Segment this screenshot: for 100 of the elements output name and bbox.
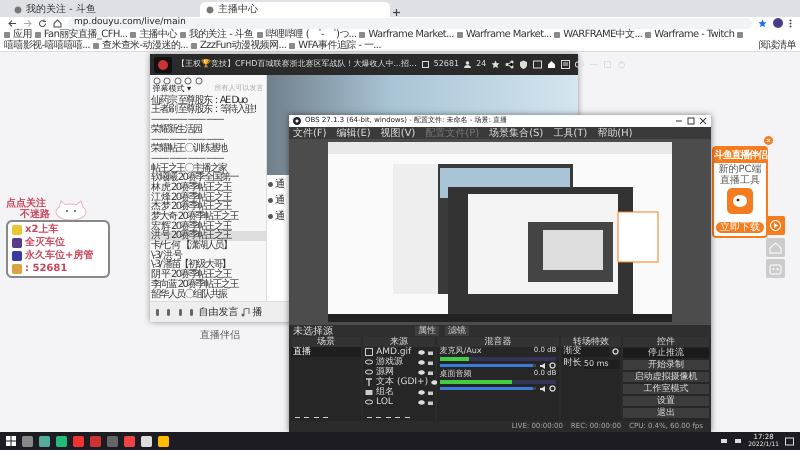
sticker-headline: 不迷路 bbox=[20, 209, 50, 220]
bookmark-link[interactable]: 查米查米-动漫迷的... bbox=[102, 40, 188, 51]
source-name[interactable]: 游戏源 bbox=[376, 357, 416, 367]
chat-message[interactable]: 宏 辉 20赛季帖王之王 bbox=[150, 222, 266, 232]
source-name[interactable]: 源网 bbox=[376, 367, 416, 377]
no-source-label: 未选择源 bbox=[293, 326, 333, 336]
menu-item[interactable]: 工具(T) bbox=[553, 128, 588, 138]
shield-icon[interactable] bbox=[519, 60, 528, 69]
reading-list-link[interactable]: 阅读清单 bbox=[758, 40, 796, 51]
source-name[interactable]: 组名 bbox=[376, 387, 416, 397]
chat-message[interactable]: 软曦曦 20赛季全国第一 bbox=[150, 173, 266, 183]
chat-message[interactable]: 李向蓝 20赛季帖王之王 bbox=[150, 280, 266, 290]
chat-message[interactable]: 卡/七 何 【潇湖人员】 bbox=[150, 241, 266, 251]
chat-message[interactable]: 韶华人员〇组队共振 bbox=[150, 290, 266, 300]
bookmark-link[interactable]: 主播中心 bbox=[139, 29, 177, 40]
filters-button[interactable]: 滤镜 bbox=[445, 326, 469, 336]
page-link[interactable]: 通 bbox=[275, 211, 285, 222]
bookmark-link[interactable]: Warframe Market... bbox=[368, 29, 454, 40]
menu-item[interactable]: 场景集合(S) bbox=[489, 128, 544, 138]
app-icon[interactable] bbox=[158, 436, 169, 446]
page-link[interactable]: 通 bbox=[275, 179, 285, 190]
browser-tab[interactable]: 主播中心 bbox=[200, 2, 390, 17]
menu-icon[interactable] bbox=[789, 18, 792, 28]
transition-dropdown[interactable]: 渐变 bbox=[563, 347, 610, 357]
sticker-text: x2上车 bbox=[25, 224, 58, 235]
chat-message[interactable]: 江 烽 20赛季帖王之王 bbox=[150, 192, 266, 202]
bookmark-link[interactable]: 我的关注 - 斗鱼 bbox=[188, 29, 254, 40]
new-tab-icon[interactable] bbox=[392, 8, 401, 17]
site-icon bbox=[14, 6, 22, 14]
send-button[interactable]: 自由发言 bbox=[198, 306, 238, 318]
share-icon[interactable] bbox=[505, 60, 514, 69]
star-icon[interactable] bbox=[758, 18, 767, 28]
bookmark-link[interactable]: Fan丽安直播_CFH... bbox=[44, 29, 128, 40]
remove-icon[interactable] bbox=[303, 414, 310, 421]
volume-slider[interactable] bbox=[440, 364, 534, 368]
app-icon[interactable] bbox=[141, 436, 152, 446]
music-icon[interactable] bbox=[241, 308, 250, 316]
bookmark-link[interactable]: WFA事件追踪 - 一... bbox=[298, 40, 381, 51]
control-button[interactable]: 退出 bbox=[623, 408, 709, 418]
bookmark-icon bbox=[645, 32, 652, 38]
chat-message[interactable]: 荣耀帖王〇训练基地 bbox=[150, 144, 266, 154]
bookmark-link[interactable]: 应用 bbox=[13, 29, 32, 40]
bookmark-link[interactable]: WARFRAME中文... bbox=[563, 29, 642, 40]
control-button[interactable]: 设置 bbox=[623, 396, 709, 406]
play-icon[interactable] bbox=[766, 216, 785, 235]
chat-mode-dropdown[interactable]: 弹幕模式 ▾ bbox=[152, 85, 192, 94]
home-icon[interactable] bbox=[547, 60, 556, 69]
sticker-text: 全灭车位 bbox=[25, 237, 65, 248]
chat-message[interactable]: 王者刷 至尊股东：等待入驻! bbox=[150, 105, 266, 116]
chat-message[interactable]: 帖王之王〇主播之家 bbox=[150, 164, 266, 174]
scene-item[interactable]: 直播 bbox=[291, 347, 362, 357]
menu-item[interactable]: 文件(F) bbox=[293, 128, 327, 138]
source-name[interactable]: LOL bbox=[376, 397, 416, 407]
address-bar[interactable]: mp.douyu.com/live/main bbox=[68, 18, 752, 28]
screen-icon[interactable] bbox=[533, 60, 542, 69]
control-button[interactable]: 开始录制 bbox=[623, 360, 709, 370]
home-icon[interactable] bbox=[53, 18, 62, 28]
bookmark-icon bbox=[4, 32, 10, 38]
menu-item[interactable]: 帮助(H) bbox=[597, 128, 633, 138]
avatar-icon[interactable] bbox=[773, 18, 783, 28]
bookmark-link[interactable]: Warframe Market... bbox=[466, 29, 552, 40]
menu-item[interactable]: 编辑(E) bbox=[336, 128, 371, 138]
app-icon[interactable] bbox=[56, 436, 67, 446]
chat-message[interactable]: 荣耀新生活园 bbox=[150, 124, 266, 135]
properties-button[interactable]: 属性 bbox=[415, 326, 439, 336]
control-button[interactable]: 工作室模式 bbox=[623, 384, 709, 394]
app-icon[interactable] bbox=[39, 436, 50, 446]
close-icon[interactable] bbox=[699, 117, 707, 125]
bookmark-icon bbox=[737, 32, 744, 38]
star-icon[interactable] bbox=[491, 60, 500, 69]
reload-icon[interactable] bbox=[38, 18, 47, 28]
chat-message[interactable]: 林 虎 20赛季帖王之王 bbox=[150, 182, 266, 193]
chat-message[interactable]: 阴 平 20赛季帖王之王 bbox=[150, 270, 266, 280]
page-text: 直播伴侣 bbox=[200, 330, 240, 341]
bookmark-link[interactable]: Warframe - Twitch bbox=[654, 29, 734, 40]
duration-field[interactable]: 50 ms bbox=[584, 360, 619, 369]
start-icon[interactable] bbox=[6, 436, 16, 446]
back-icon[interactable] bbox=[8, 18, 17, 28]
chat-message[interactable]: —— —— —— —— bbox=[150, 154, 266, 164]
control-button[interactable]: 启动虚拟摄像机 bbox=[623, 372, 709, 382]
bookmark-icon bbox=[359, 32, 366, 38]
source-name[interactable]: AMD.gif bbox=[376, 347, 416, 357]
bookmark-link[interactable]: 嘻嘻影视-嘻嘻嘻嘻... bbox=[4, 40, 90, 51]
chat-message[interactable]: 梦大奇 20赛季帖王之王 bbox=[150, 212, 266, 222]
play-button[interactable]: 播 bbox=[252, 306, 262, 318]
bookmark-link[interactable]: 哔哩哔哩 ( ゜- ゜)つ... bbox=[266, 29, 356, 40]
source-name[interactable]: 文本 (GDI+) bbox=[376, 377, 428, 387]
bullet-icon bbox=[268, 214, 273, 219]
browser-tab[interactable]: 我的关注 - 斗鱼 bbox=[8, 2, 198, 17]
volume-slider[interactable] bbox=[440, 387, 534, 390]
control-button[interactable]: 停止推流 bbox=[623, 348, 709, 358]
list-icon[interactable] bbox=[561, 60, 570, 69]
bookmark-icon bbox=[256, 32, 263, 38]
maximize-icon[interactable] bbox=[687, 117, 695, 125]
page-link[interactable]: 通 bbox=[275, 195, 285, 206]
menu-item[interactable]: 视图(V) bbox=[380, 128, 416, 138]
remove-icon[interactable] bbox=[375, 414, 382, 421]
notification-icon[interactable] bbox=[785, 436, 794, 446]
bookmark-link[interactable]: ZzzFun动漫视频网... bbox=[200, 40, 286, 51]
chat-message[interactable]: —— —— —— —— bbox=[150, 115, 266, 125]
